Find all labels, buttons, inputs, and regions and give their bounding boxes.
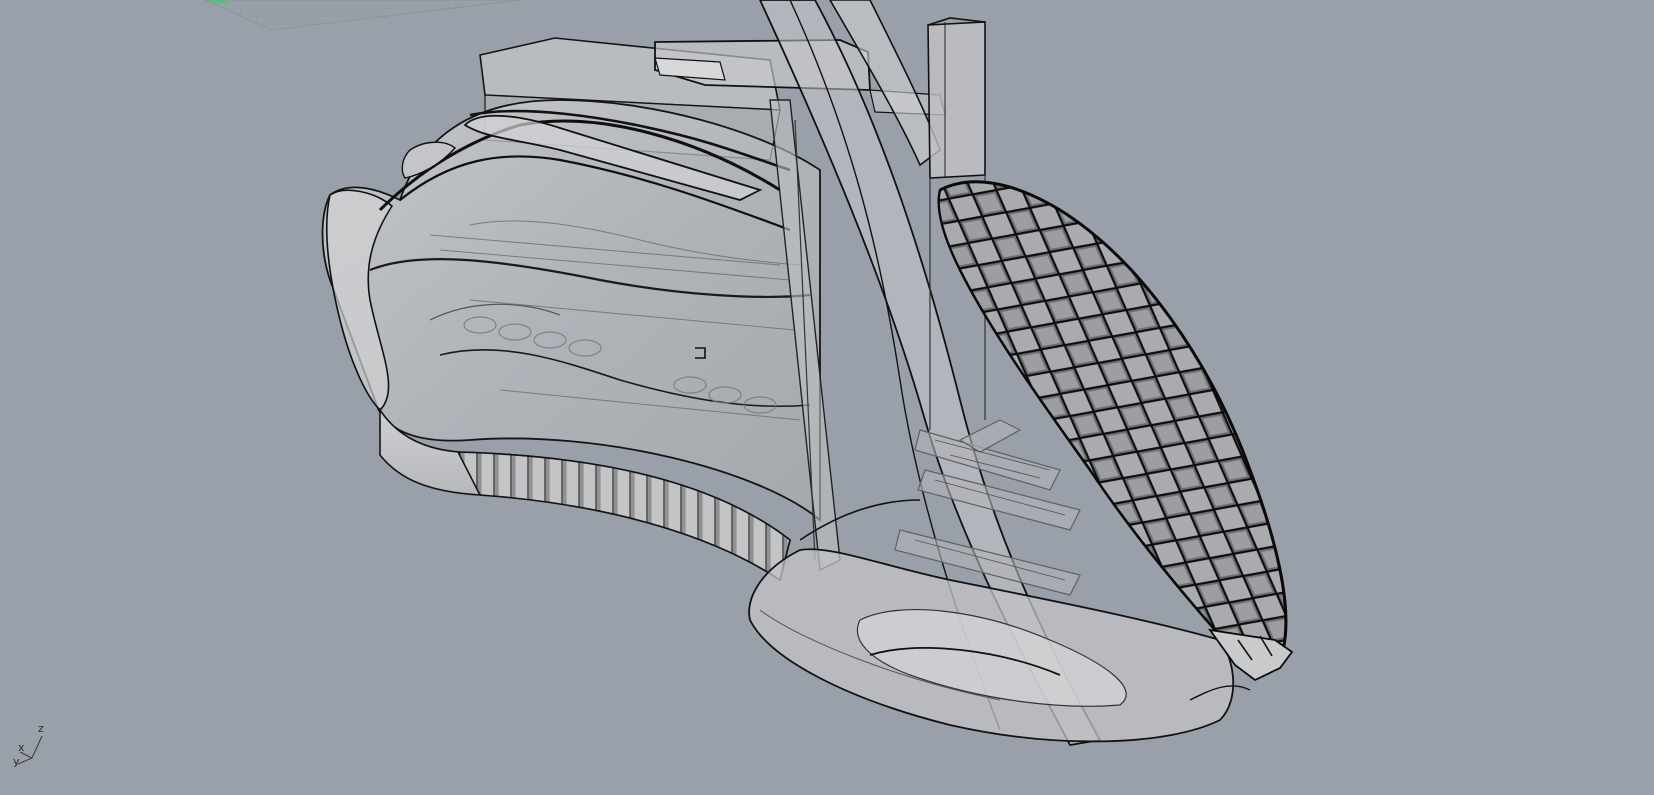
axis-z-label: z <box>38 722 44 735</box>
building-model[interactable] <box>321 0 1294 746</box>
3d-viewport[interactable] <box>0 0 1654 795</box>
viewport-canvas[interactable] <box>0 0 1654 795</box>
axis-x-label: x <box>18 741 25 754</box>
construction-grid <box>204 0 521 31</box>
axis-y-label: y <box>13 755 20 768</box>
